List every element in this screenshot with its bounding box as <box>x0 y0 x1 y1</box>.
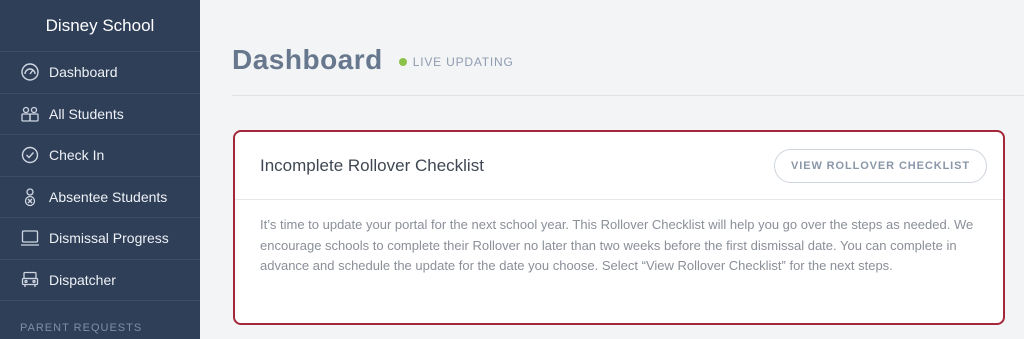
rollover-card: Incomplete Rollover Checklist VIEW ROLLO… <box>233 130 1005 325</box>
sidebar-item-label: Dismissal Progress <box>49 230 169 247</box>
check-circle-icon <box>19 144 41 166</box>
card-header: Incomplete Rollover Checklist VIEW ROLLO… <box>235 132 1003 200</box>
students-icon <box>19 103 41 125</box>
live-status-text: LIVE UPDATING <box>412 55 514 69</box>
section-label-parent-requests: PARENT REQUESTS <box>20 322 143 334</box>
sidebar-item-label: Check In <box>49 147 105 164</box>
page-title: Dashboard <box>232 44 383 75</box>
sidebar-item-check-in[interactable]: Check In <box>0 135 200 177</box>
sidebar-item-label: Dashboard <box>49 64 118 81</box>
main-content: Dashboard LIVE UPDATING Incomplete Rollo… <box>200 0 1024 339</box>
car-icon <box>19 269 41 291</box>
view-rollover-checklist-button[interactable]: VIEW ROLLOVER CHECKLIST <box>774 148 987 183</box>
sidebar-item-dispatcher[interactable]: Dispatcher <box>0 260 200 301</box>
monitor-icon <box>19 227 41 249</box>
sidebar-item-label: Absentee Students <box>49 188 168 205</box>
sidebar: Disney School Dashboard All Students Che… <box>0 0 200 339</box>
header-divider <box>232 95 1024 96</box>
card-body-text: It’s time to update your portal for the … <box>260 217 974 273</box>
sidebar-item-absentee-students[interactable]: Absentee Students <box>0 177 200 218</box>
absentee-icon <box>19 186 41 208</box>
speedometer-icon <box>19 61 41 83</box>
sidebar-item-dashboard[interactable]: Dashboard <box>0 52 200 94</box>
live-status-dot-icon <box>398 58 407 66</box>
sidebar-item-dismissal-progress[interactable]: Dismissal Progress <box>0 218 200 260</box>
sidebar-item-label: All Students <box>49 105 124 122</box>
sidebar-item-label: Dispatcher <box>49 271 116 288</box>
sidebar-item-all-students[interactable]: All Students <box>0 94 200 135</box>
page-header: Dashboard LIVE UPDATING <box>232 44 514 76</box>
school-name: Disney School <box>0 0 200 52</box>
card-title: Incomplete Rollover Checklist <box>260 155 484 175</box>
